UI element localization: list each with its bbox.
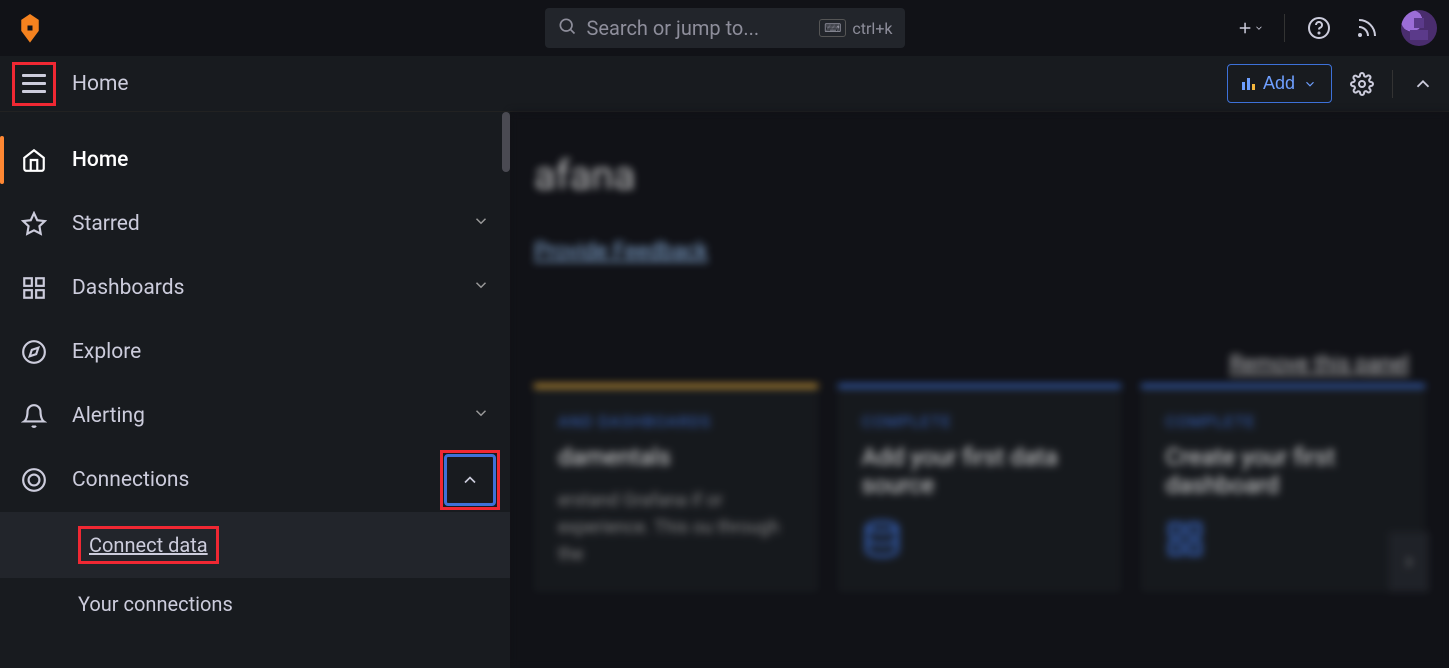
bell-icon bbox=[20, 402, 48, 430]
sidebar-item-explore[interactable]: Explore bbox=[0, 320, 510, 384]
keyboard-icon: ⌨ bbox=[819, 19, 846, 37]
sidebar: Home Starred Dashboards Explore Alerting bbox=[0, 112, 510, 668]
panel-icon bbox=[1242, 78, 1255, 90]
help-icon[interactable] bbox=[1305, 14, 1333, 42]
settings-icon[interactable] bbox=[1348, 70, 1376, 98]
divider bbox=[1392, 70, 1393, 98]
sidebar-subitem-label: Your connections bbox=[78, 592, 233, 616]
chevron-down-icon[interactable] bbox=[472, 276, 490, 300]
grafana-logo-icon[interactable] bbox=[12, 10, 48, 46]
scroll-right-button[interactable] bbox=[1389, 532, 1429, 592]
grid-icon bbox=[1165, 519, 1401, 563]
header-row: Home Add bbox=[0, 56, 1449, 112]
search-icon bbox=[557, 16, 577, 41]
rss-icon[interactable] bbox=[1353, 14, 1381, 42]
sidebar-item-starred[interactable]: Starred bbox=[0, 192, 510, 256]
sidebar-item-label: Explore bbox=[72, 340, 490, 364]
sidebar-subitem-label: Connect data bbox=[89, 533, 208, 557]
topbar-right bbox=[1236, 10, 1437, 46]
avatar[interactable] bbox=[1401, 10, 1437, 46]
remove-panel-link[interactable]: Remove this panel bbox=[1229, 352, 1409, 377]
chevron-down-icon[interactable] bbox=[472, 404, 490, 428]
database-icon bbox=[862, 519, 1098, 563]
cards-row: AND DASHBOARDS damentals erstand Grafana… bbox=[534, 384, 1425, 592]
sidebar-item-label: Starred bbox=[72, 212, 472, 236]
connections-icon bbox=[20, 466, 48, 494]
menu-toggle-button[interactable] bbox=[12, 62, 56, 106]
dashboards-icon bbox=[20, 274, 48, 302]
breadcrumb[interactable]: Home bbox=[72, 72, 129, 96]
collapse-icon[interactable] bbox=[1409, 70, 1437, 98]
sidebar-item-label: Connections bbox=[72, 468, 490, 492]
feedback-link[interactable]: Provide Feedback bbox=[534, 239, 708, 264]
page-title: afana bbox=[534, 152, 1425, 199]
sidebar-item-connections[interactable]: Connections bbox=[0, 448, 510, 512]
header-right: Add bbox=[1227, 64, 1437, 103]
add-menu-button[interactable] bbox=[1236, 14, 1264, 42]
card-tutorial[interactable]: AND DASHBOARDS damentals erstand Grafana… bbox=[534, 384, 818, 592]
search-placeholder: Search or jump to... bbox=[587, 16, 760, 40]
sidebar-subitem-your-connections[interactable]: Your connections bbox=[0, 578, 510, 630]
chevron-down-icon[interactable] bbox=[472, 212, 490, 236]
chevron-down-icon bbox=[1303, 77, 1317, 91]
star-icon bbox=[20, 210, 48, 238]
search-input[interactable]: Search or jump to... ⌨ ctrl+k bbox=[545, 8, 905, 48]
hamburger-icon bbox=[22, 74, 46, 93]
main-content: afana Provide Feedback Remove this panel… bbox=[510, 112, 1449, 668]
sidebar-item-home[interactable]: Home bbox=[0, 128, 510, 192]
sidebar-subitem-connect-data[interactable]: Connect data bbox=[0, 512, 510, 578]
card-datasource[interactable]: COMPLETE Add your first data source bbox=[838, 384, 1122, 592]
highlight-box: Connect data bbox=[78, 526, 219, 564]
sidebar-item-label: Dashboards bbox=[72, 276, 472, 300]
home-icon bbox=[20, 146, 48, 174]
collapse-toggle[interactable] bbox=[444, 454, 496, 506]
chevron-up-icon bbox=[460, 470, 480, 490]
sidebar-item-alerting[interactable]: Alerting bbox=[0, 384, 510, 448]
search-shortcut: ⌨ ctrl+k bbox=[819, 19, 892, 38]
card-dashboard[interactable]: COMPLETE Create your first dashboard bbox=[1141, 384, 1425, 592]
sidebar-item-label: Alerting bbox=[72, 404, 472, 428]
sidebar-item-dashboards[interactable]: Dashboards bbox=[0, 256, 510, 320]
topbar: Search or jump to... ⌨ ctrl+k bbox=[0, 0, 1449, 56]
sidebar-item-label: Home bbox=[72, 148, 490, 172]
add-button[interactable]: Add bbox=[1227, 64, 1332, 103]
divider bbox=[1284, 14, 1285, 42]
compass-icon bbox=[20, 338, 48, 366]
